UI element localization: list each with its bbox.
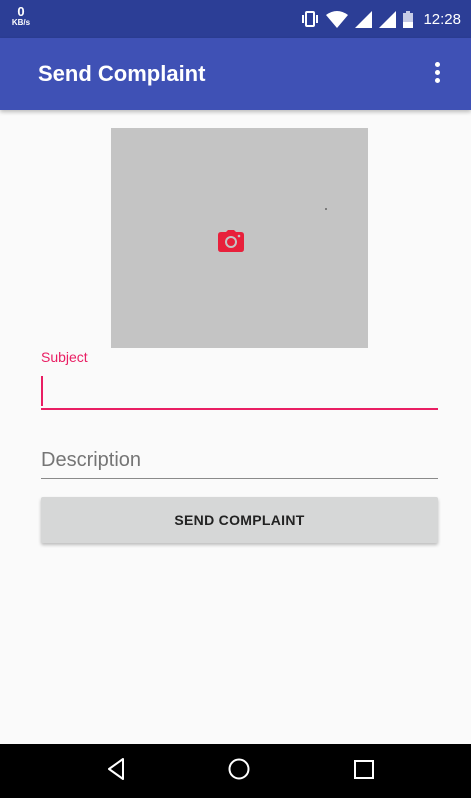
- page-title: Send Complaint: [38, 61, 206, 86]
- status-bar: 0 KB/s 12:28: [0, 0, 471, 38]
- back-icon[interactable]: [106, 757, 126, 781]
- more-vert-icon[interactable]: [427, 62, 447, 86]
- wifi-icon: [326, 10, 349, 28]
- recents-icon[interactable]: [353, 757, 375, 781]
- photo-picker[interactable]: [111, 128, 368, 348]
- subject-label: Subject: [41, 349, 88, 365]
- status-time: 12:28: [423, 10, 461, 28]
- home-icon[interactable]: [227, 757, 251, 781]
- network-speed-value: 0: [17, 4, 25, 19]
- signal-icon: [379, 10, 397, 28]
- app-bar: Send Complaint: [0, 38, 471, 110]
- signal-icon: [355, 10, 373, 28]
- subject-input[interactable]: [41, 372, 438, 410]
- text-cursor: [41, 376, 43, 406]
- vibrate-icon: [302, 11, 319, 27]
- status-icons: 12:28: [301, 0, 461, 38]
- description-input[interactable]: [41, 443, 438, 479]
- battery-icon: [403, 10, 414, 28]
- send-complaint-button[interactable]: SEND COMPLAINT: [41, 497, 438, 543]
- network-speed-unit: KB/s: [11, 18, 31, 27]
- photo-speck: [325, 208, 327, 210]
- camera-icon[interactable]: [218, 230, 244, 252]
- navigation-bar: [0, 744, 471, 798]
- network-speed: 0 KB/s: [6, 5, 36, 27]
